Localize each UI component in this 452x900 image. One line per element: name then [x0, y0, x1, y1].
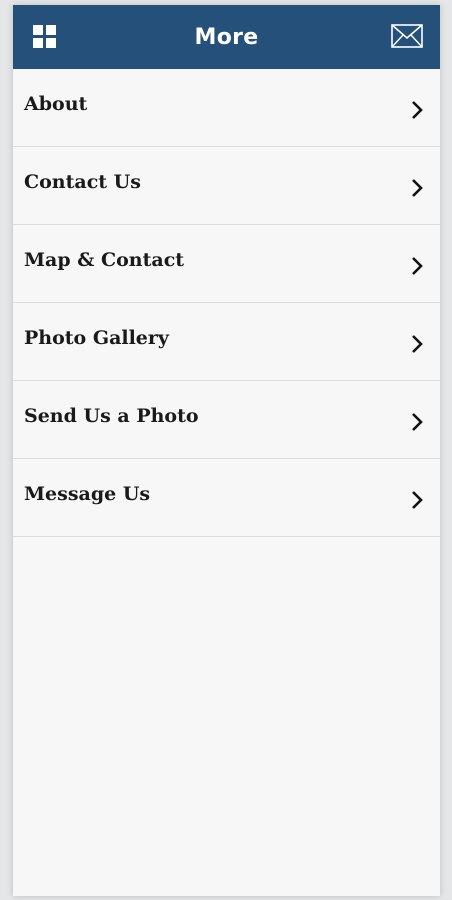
- menu-item-about[interactable]: About: [13, 69, 440, 147]
- chevron-right-icon: [410, 490, 424, 510]
- chevron-right-icon: [410, 412, 424, 432]
- menu-item-label: About: [24, 92, 88, 115]
- mail-icon[interactable]: [391, 24, 423, 50]
- menu-item-label: Send Us a Photo: [24, 404, 199, 427]
- menu-item-contact-us[interactable]: Contact Us: [13, 147, 440, 225]
- grid-icon[interactable]: [33, 25, 57, 49]
- menu-item-message-us[interactable]: Message Us: [13, 459, 440, 537]
- menu-item-label: Map & Contact: [24, 248, 185, 271]
- menu-item-label: Message Us: [24, 482, 151, 505]
- menu-item-photo-gallery[interactable]: Photo Gallery: [13, 303, 440, 381]
- chevron-right-icon: [410, 256, 424, 276]
- menu-item-send-us-a-photo[interactable]: Send Us a Photo: [13, 381, 440, 459]
- page-title: More: [194, 24, 259, 50]
- menu-item-map-contact[interactable]: Map & Contact: [13, 225, 440, 303]
- menu-item-label: Contact Us: [24, 170, 141, 193]
- chevron-right-icon: [410, 100, 424, 120]
- chevron-right-icon: [410, 178, 424, 198]
- app-screen: More About Contact Us Map & Contact Phot…: [13, 5, 440, 896]
- more-menu-list: About Contact Us Map & Contact Photo Gal…: [13, 69, 440, 537]
- chevron-right-icon: [410, 334, 424, 354]
- top-app-bar: More: [13, 5, 440, 69]
- menu-item-label: Photo Gallery: [24, 326, 169, 349]
